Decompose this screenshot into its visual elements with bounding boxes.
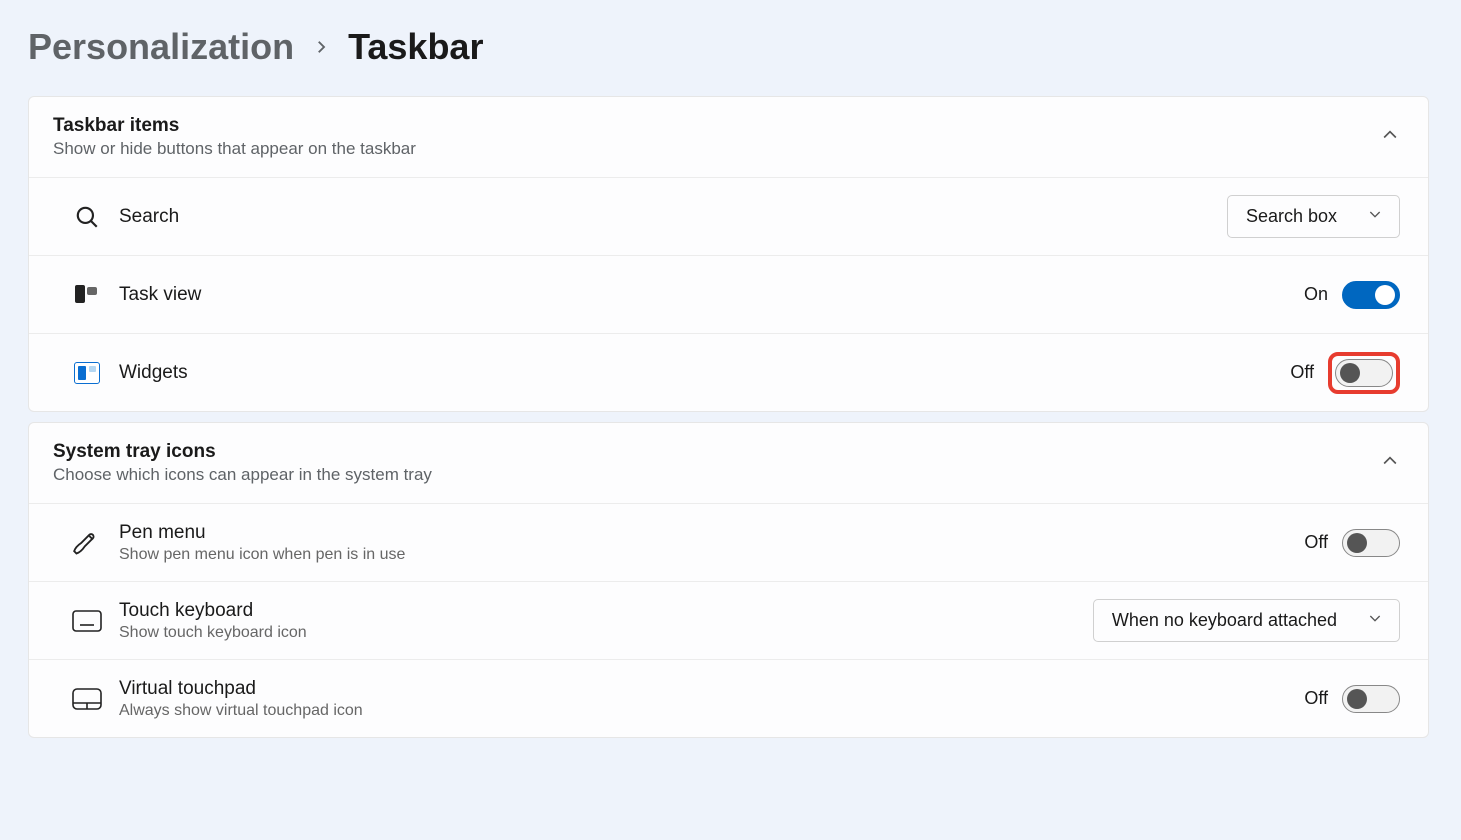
highlight-annotation [1328,352,1400,394]
select-value: Search box [1246,206,1337,227]
row-pen-menu: Pen menu Show pen menu icon when pen is … [29,503,1428,581]
chevron-right-icon [312,32,330,63]
row-search: Search Search box [29,177,1428,255]
row-label: Task view [119,284,1304,306]
section-subtitle: Show or hide buttons that appear on the … [53,139,1380,159]
breadcrumb-parent[interactable]: Personalization [28,26,294,68]
task-view-icon [71,279,103,311]
section-header-taskbar-items[interactable]: Taskbar items Show or hide buttons that … [29,97,1428,177]
section-header-system-tray[interactable]: System tray icons Choose which icons can… [29,423,1428,503]
search-icon [71,201,103,233]
keyboard-icon [71,605,103,637]
chevron-down-icon [1367,206,1383,227]
toggle-state-label: Off [1290,362,1314,383]
touchpad-icon [71,683,103,715]
breadcrumb-current: Taskbar [348,26,483,68]
section-title: System tray icons [53,441,1380,463]
toggle-state-label: Off [1304,532,1328,553]
row-widgets: Widgets Off [29,333,1428,411]
section-subtitle: Choose which icons can appear in the sys… [53,465,1380,485]
search-select[interactable]: Search box [1227,195,1400,238]
row-sublabel: Always show virtual touchpad icon [119,702,1304,720]
row-label: Touch keyboard [119,600,1093,622]
row-touch-keyboard: Touch keyboard Show touch keyboard icon … [29,581,1428,659]
chevron-down-icon [1367,610,1383,631]
row-label: Search [119,206,1227,228]
pen-icon [71,527,103,559]
chevron-up-icon [1380,125,1400,150]
virtual-touchpad-toggle[interactable] [1342,685,1400,713]
section-system-tray: System tray icons Choose which icons can… [28,422,1429,738]
toggle-state-label: Off [1304,688,1328,709]
row-task-view: Task view On [29,255,1428,333]
row-virtual-touchpad: Virtual touchpad Always show virtual tou… [29,659,1428,737]
section-taskbar-items: Taskbar items Show or hide buttons that … [28,96,1429,412]
chevron-up-icon [1380,451,1400,476]
touch-keyboard-select[interactable]: When no keyboard attached [1093,599,1400,642]
widgets-icon [71,357,103,389]
row-sublabel: Show touch keyboard icon [119,624,1093,642]
toggle-state-label: On [1304,284,1328,305]
row-sublabel: Show pen menu icon when pen is in use [119,546,1304,564]
pen-menu-toggle[interactable] [1342,529,1400,557]
widgets-toggle[interactable] [1335,359,1393,387]
select-value: When no keyboard attached [1112,610,1337,631]
row-label: Pen menu [119,522,1304,544]
row-label: Widgets [119,362,1290,384]
row-label: Virtual touchpad [119,678,1304,700]
task-view-toggle[interactable] [1342,281,1400,309]
section-title: Taskbar items [53,115,1380,137]
breadcrumb: Personalization Taskbar [28,26,1429,68]
